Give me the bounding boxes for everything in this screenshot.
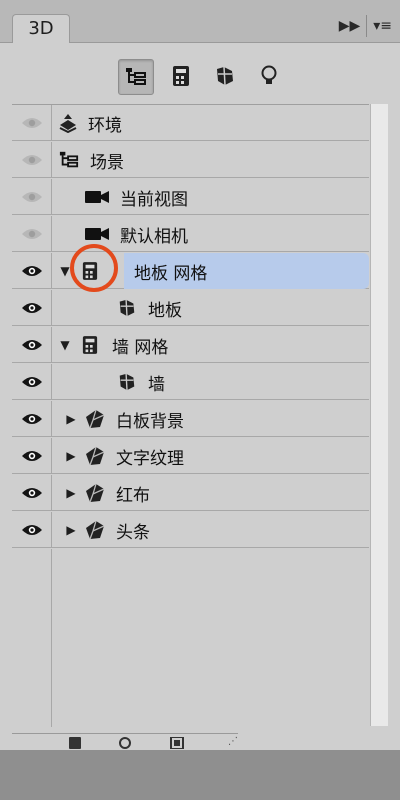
eye-icon (21, 488, 42, 498)
layer-row[interactable]: 场景 (12, 142, 369, 178)
layer-list: 环境 场景 当前视图 默认相机 ▼ 地板 网格 地板 ▼ 墙 网格 墙 ▶ 白板… (12, 104, 369, 727)
eye-icon (21, 229, 42, 239)
material-icon (217, 66, 233, 86)
resize-grip-icon[interactable]: ⋰ (228, 736, 238, 747)
layer-label: 红布 (116, 485, 150, 506)
mesh-icon[interactable] (68, 737, 82, 749)
eye-icon (21, 155, 42, 165)
object-icon (86, 520, 105, 540)
layer-row[interactable]: ▼ 墙 网格 (12, 327, 369, 363)
panel-tab-bar: 3D ▶▶ ▾≡ (0, 0, 400, 43)
column-divider (51, 549, 52, 727)
mesh-icon (82, 336, 98, 354)
layer-row[interactable]: ▶ 红布 (12, 475, 369, 511)
eye-icon (21, 525, 42, 535)
scene-filter-button[interactable] (118, 59, 154, 95)
layer-row[interactable]: ▶ 头条 (12, 512, 369, 548)
layer-row[interactable]: 环境 (12, 105, 369, 141)
scene-icon (126, 68, 146, 85)
visibility-toggle[interactable] (12, 401, 52, 437)
selection-highlight: 地板 网格 (124, 253, 369, 289)
expand-toggle-icon[interactable]: ▶ (64, 523, 78, 537)
object-icon (86, 446, 105, 466)
material-icon (119, 299, 135, 317)
camera-icon (85, 228, 109, 240)
light-bulb-icon[interactable] (118, 737, 132, 749)
environment-icon (59, 114, 77, 133)
layer-label: 头条 (116, 522, 150, 543)
eye-icon (21, 266, 42, 276)
light-bulb-icon (261, 65, 277, 84)
mesh-icon (173, 66, 189, 86)
panel-menu-icon[interactable]: ▾≡ (373, 18, 392, 34)
object-icon (86, 409, 105, 429)
scene-icon (59, 151, 79, 168)
visibility-toggle[interactable] (12, 364, 52, 400)
3d-panel: 3D ▶▶ ▾≡ 环境 场景 当前视图 默认相机 ▼ 地板 网格 地板 ▼ 墙 … (0, 0, 400, 750)
visibility-toggle[interactable] (12, 216, 52, 252)
material-icon (119, 373, 135, 391)
layer-label: 白板背景 (116, 411, 184, 432)
visibility-toggle[interactable] (12, 290, 52, 326)
layer-label: 地板 网格 (134, 263, 208, 284)
vertical-scrollbar[interactable] (370, 104, 388, 726)
layer-label: 默认相机 (120, 226, 188, 247)
visibility-toggle[interactable] (12, 327, 52, 363)
layer-label: 墙 (148, 374, 165, 395)
collapse-panel-icon[interactable]: ▶▶ (339, 18, 361, 34)
panel-bottom-bar (12, 733, 238, 750)
layer-row-selected[interactable]: ▼ 地板 网格 (12, 253, 369, 289)
visibility-toggle[interactable] (12, 475, 52, 511)
expand-toggle-icon[interactable]: ▶ (64, 449, 78, 463)
lights-filter-button[interactable] (252, 59, 286, 93)
eye-icon (21, 340, 42, 350)
layer-row[interactable]: 当前视图 (12, 179, 369, 215)
visibility-toggle[interactable] (12, 512, 52, 548)
eye-icon (21, 303, 42, 313)
annotation-circle (70, 244, 118, 292)
visibility-toggle[interactable] (12, 438, 52, 474)
expand-toggle-icon[interactable]: ▶ (64, 412, 78, 426)
filter-toolbar (0, 43, 400, 103)
layer-label: 场景 (90, 152, 124, 173)
eye-icon (21, 451, 42, 461)
layer-row[interactable]: 墙 (12, 364, 369, 400)
visibility-toggle[interactable] (12, 105, 52, 141)
visibility-toggle[interactable] (12, 253, 52, 289)
camera-icon (85, 191, 109, 203)
tab-3d[interactable]: 3D (12, 14, 70, 43)
object-icon (86, 483, 105, 503)
expand-toggle-icon[interactable]: ▶ (64, 486, 78, 500)
eye-icon (21, 414, 42, 424)
eye-icon (21, 192, 42, 202)
layer-label: 地板 (148, 300, 182, 321)
layer-row[interactable]: 默认相机 (12, 216, 369, 252)
layer-label: 当前视图 (120, 189, 188, 210)
tab-tools-divider (366, 15, 368, 37)
layer-row[interactable]: 地板 (12, 290, 369, 326)
eye-icon (21, 377, 42, 387)
visibility-toggle[interactable] (12, 179, 52, 215)
expand-toggle-icon[interactable]: ▼ (58, 338, 72, 352)
layer-label: 环境 (88, 115, 122, 136)
layer-label: 墙 网格 (112, 337, 169, 358)
meshes-filter-button[interactable] (164, 59, 198, 93)
layer-label: 文字纹理 (116, 448, 184, 469)
layer-row[interactable]: ▶ 白板背景 (12, 401, 369, 437)
eye-icon (21, 118, 42, 128)
visibility-toggle[interactable] (12, 142, 52, 178)
layer-row[interactable]: ▶ 文字纹理 (12, 438, 369, 474)
panel-tab-tools: ▶▶ ▾≡ (339, 12, 392, 40)
materials-filter-button[interactable] (208, 59, 242, 93)
render-icon[interactable] (170, 737, 184, 749)
